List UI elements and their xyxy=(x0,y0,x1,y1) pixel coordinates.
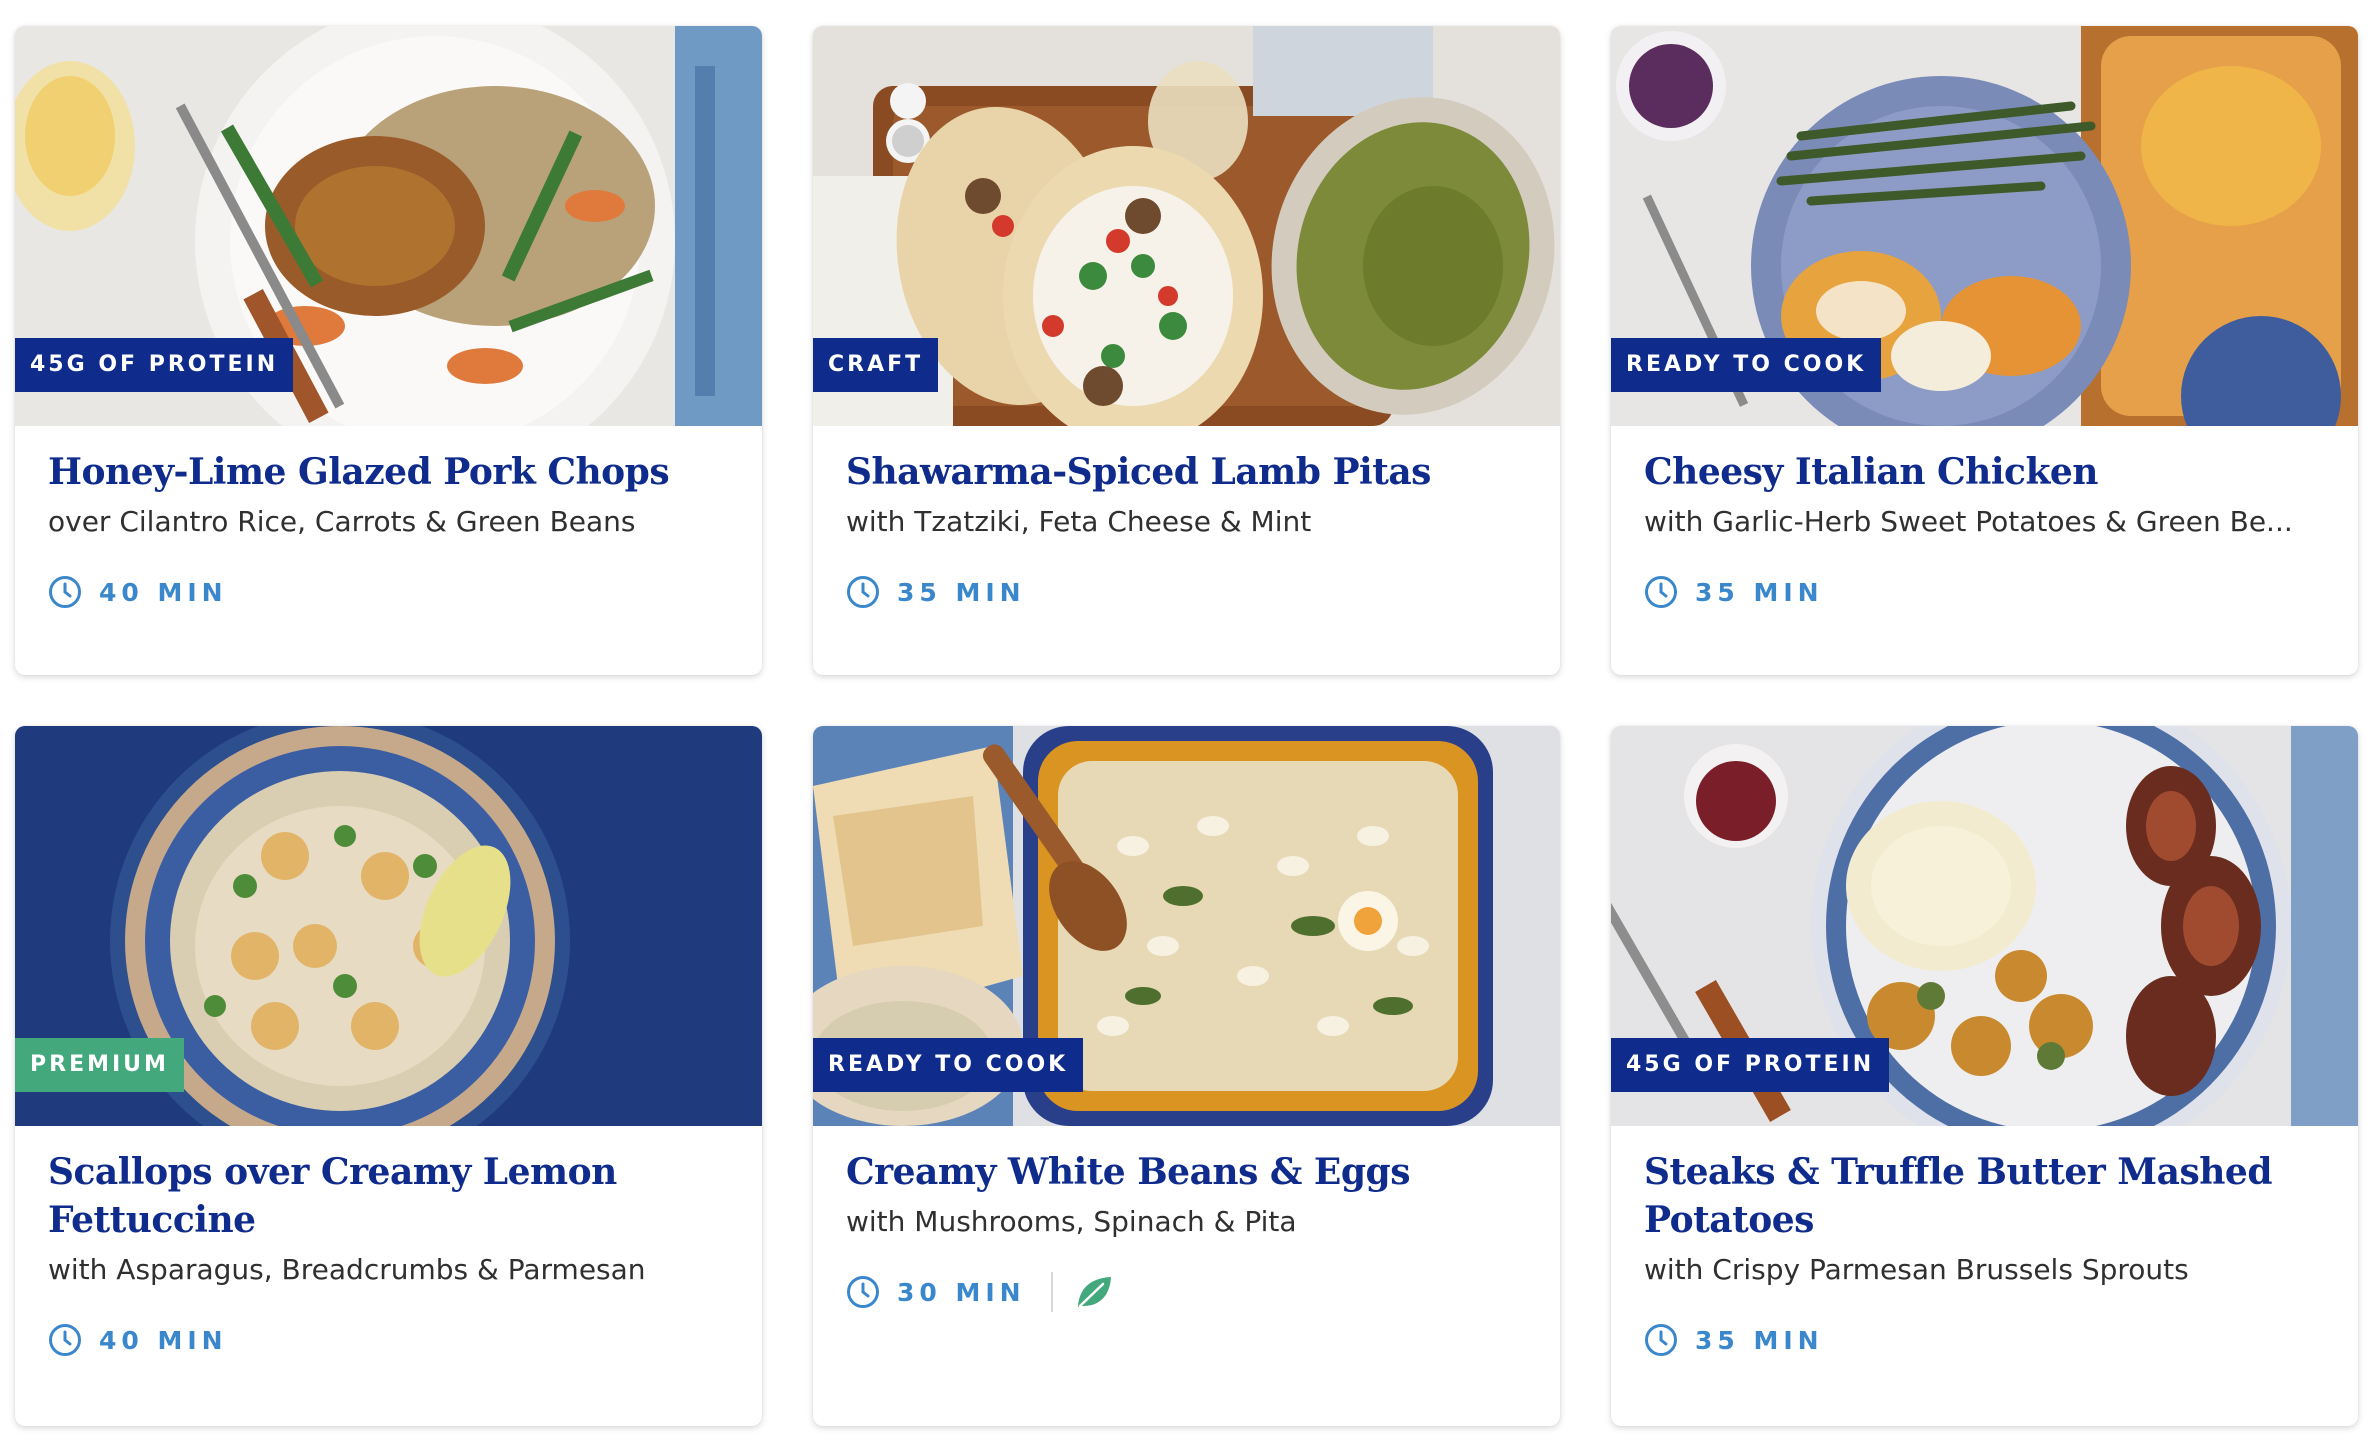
recipe-image[interactable]: READY TO COOK xyxy=(1611,26,2358,426)
recipe-subtitle: with Asparagus, Breadcrumbs & Parmesan xyxy=(48,1253,646,1286)
clock-icon xyxy=(1645,576,1677,608)
meta-divider xyxy=(1050,1272,1053,1312)
recipe-title[interactable]: Shawarma-Spiced Lamb Pitas xyxy=(846,448,1527,496)
recipe-badge: 45G OF PROTEIN xyxy=(15,338,294,392)
recipe-meta: 35 MIN xyxy=(1644,572,2325,612)
recipe-meta: 40 MIN xyxy=(48,572,729,612)
recipe-image[interactable]: CRAFT xyxy=(813,26,1560,426)
recipe-title[interactable]: Creamy White Beans & Eggs xyxy=(846,1148,1527,1196)
recipe-card-scallops[interactable]: PREMIUM Scallops over Creamy Lemon Fettu… xyxy=(15,726,762,1426)
recipe-subtitle: with Tzatziki, Feta Cheese & Mint xyxy=(846,505,1312,538)
cook-time: 35 MIN xyxy=(1695,1325,1824,1355)
recipe-subtitle: with Garlic-Herb Sweet Potatoes & Green … xyxy=(1644,505,2293,538)
recipe-card-steaks[interactable]: 45G OF PROTEIN Steaks & Truffle Butter M… xyxy=(1611,726,2358,1426)
recipe-image[interactable]: 45G OF PROTEIN xyxy=(15,26,762,426)
recipe-card-lamb-pitas[interactable]: CRAFT Shawarma-Spiced Lamb Pitas with Tz… xyxy=(813,26,1560,675)
clock-icon xyxy=(49,576,81,608)
clock-icon xyxy=(49,1324,81,1356)
recipe-subtitle: over Cilantro Rice, Carrots & Green Bean… xyxy=(48,505,636,538)
recipe-title[interactable]: Cheesy Italian Chicken xyxy=(1644,448,2325,496)
recipe-meta: 40 MIN xyxy=(48,1320,729,1360)
cook-time: 40 MIN xyxy=(99,1325,228,1355)
recipe-meta: 35 MIN xyxy=(846,572,1527,612)
recipe-title[interactable]: Steaks & Truffle Butter Mashed Potatoes xyxy=(1644,1148,2325,1244)
recipe-image[interactable]: PREMIUM xyxy=(15,726,762,1126)
recipe-subtitle: with Mushrooms, Spinach & Pita xyxy=(846,1205,1297,1238)
cook-time: 30 MIN xyxy=(897,1277,1026,1307)
leaf-icon xyxy=(1077,1277,1111,1308)
cook-time: 35 MIN xyxy=(897,577,1026,607)
recipe-subtitle: with Crispy Parmesan Brussels Sprouts xyxy=(1644,1253,2189,1286)
recipe-card-white-beans[interactable]: READY TO COOK Creamy White Beans & Eggs … xyxy=(813,726,1560,1426)
recipe-grid: 45G OF PROTEIN Honey-Lime Glazed Pork Ch… xyxy=(15,26,2358,1426)
recipe-badge: CRAFT xyxy=(813,338,939,392)
recipe-title[interactable]: Honey-Lime Glazed Pork Chops xyxy=(48,448,729,496)
clock-icon xyxy=(847,576,879,608)
recipe-image[interactable]: 45G OF PROTEIN xyxy=(1611,726,2358,1126)
recipe-title[interactable]: Scallops over Creamy Lemon Fettuccine xyxy=(48,1148,729,1244)
recipe-meta: 30 MIN xyxy=(846,1272,1527,1312)
recipe-meta: 35 MIN xyxy=(1644,1320,2325,1360)
recipe-badge: READY TO COOK xyxy=(813,1038,1084,1092)
recipe-image[interactable]: READY TO COOK xyxy=(813,726,1560,1126)
recipe-card-italian-chicken[interactable]: READY TO COOK Cheesy Italian Chicken wit… xyxy=(1611,26,2358,675)
recipe-badge: 45G OF PROTEIN xyxy=(1611,1038,1890,1092)
recipe-badge: READY TO COOK xyxy=(1611,338,1882,392)
recipe-badge: PREMIUM xyxy=(15,1038,184,1092)
cook-time: 40 MIN xyxy=(99,577,228,607)
cook-time: 35 MIN xyxy=(1695,577,1824,607)
recipe-card-pork-chops[interactable]: 45G OF PROTEIN Honey-Lime Glazed Pork Ch… xyxy=(15,26,762,675)
clock-icon xyxy=(847,1276,879,1308)
clock-icon xyxy=(1645,1324,1677,1356)
